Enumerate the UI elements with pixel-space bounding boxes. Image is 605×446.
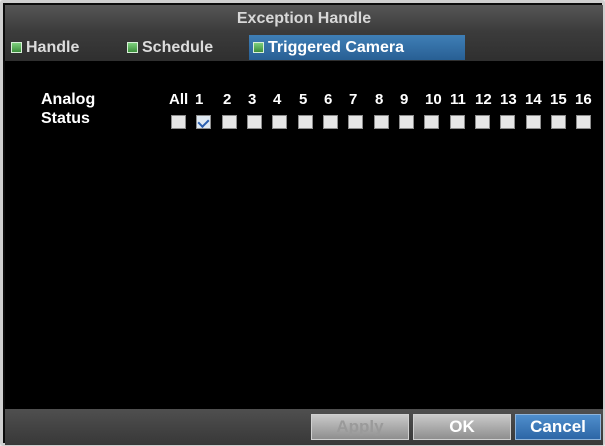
apply-button[interactable]: Apply — [311, 414, 409, 440]
tab-schedule[interactable]: Schedule — [123, 35, 247, 60]
tab-label: Triggered Camera — [268, 38, 405, 56]
checkbox-camera-14[interactable] — [526, 115, 541, 129]
checkbox-camera-1[interactable] — [196, 115, 211, 129]
tab-triggered-camera[interactable]: Triggered Camera — [249, 35, 465, 60]
camera-label-16: 16 — [575, 91, 592, 108]
status-label: Status — [41, 110, 90, 127]
checkbox-camera-3[interactable] — [247, 115, 262, 129]
checkbox-camera-8[interactable] — [374, 115, 389, 129]
camera-label-12: 12 — [475, 91, 492, 108]
camera-label-13: 13 — [500, 91, 517, 108]
checkbox-camera-10[interactable] — [424, 115, 439, 129]
tab-icon — [127, 42, 138, 53]
checkbox-all[interactable] — [171, 115, 186, 129]
cancel-button[interactable]: Cancel — [515, 414, 601, 440]
camera-label-4: 4 — [273, 91, 282, 108]
checkbox-camera-15[interactable] — [551, 115, 566, 129]
checkbox-camera-16[interactable] — [576, 115, 591, 129]
checkbox-camera-6[interactable] — [323, 115, 338, 129]
tab-icon — [11, 42, 22, 53]
checkbox-camera-9[interactable] — [399, 115, 414, 129]
checkbox-camera-2[interactable] — [222, 115, 237, 129]
tab-label: Handle — [26, 38, 80, 56]
camera-label-2: 2 — [223, 91, 232, 108]
checkbox-camera-11[interactable] — [450, 115, 465, 129]
camera-label-10: 10 — [425, 91, 442, 108]
checkbox-camera-13[interactable] — [500, 115, 515, 129]
camera-label-8: 8 — [375, 91, 384, 108]
button-bar: Apply OK Cancel — [5, 409, 603, 445]
checkbox-camera-4[interactable] — [272, 115, 287, 129]
camera-label-all: All — [169, 91, 189, 108]
camera-label-9: 9 — [400, 91, 409, 108]
camera-label-11: 11 — [450, 91, 466, 108]
checkbox-camera-12[interactable] — [475, 115, 490, 129]
ok-button[interactable]: OK — [413, 414, 511, 440]
camera-label-7: 7 — [349, 91, 358, 108]
camera-label-15: 15 — [550, 91, 567, 108]
exception-handle-dialog: Exception Handle Handle Schedule Trigger… — [0, 0, 605, 446]
tab-handle[interactable]: Handle — [7, 35, 113, 60]
tab-label: Schedule — [142, 38, 214, 56]
title-bar: Exception Handle Handle Schedule Trigger… — [5, 5, 603, 61]
dialog-title: Exception Handle — [236, 10, 372, 27]
checkbox-camera-5[interactable] — [298, 115, 313, 129]
camera-label-14: 14 — [525, 91, 542, 108]
tab-icon — [253, 42, 264, 53]
camera-label-1: 1 — [195, 91, 204, 108]
camera-label-3: 3 — [248, 91, 257, 108]
tab-content — [5, 61, 603, 409]
camera-label-6: 6 — [324, 91, 333, 108]
camera-label-5: 5 — [299, 91, 308, 108]
checkbox-camera-7[interactable] — [348, 115, 363, 129]
analog-label: Analog — [41, 91, 96, 108]
